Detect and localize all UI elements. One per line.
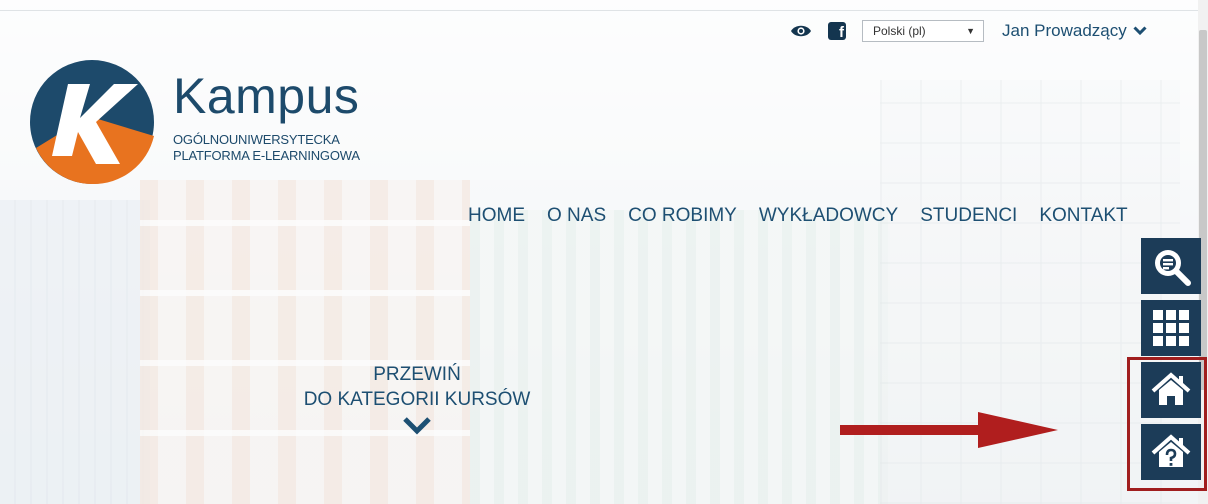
search-icon (1155, 250, 1191, 286)
grid-icon (1153, 310, 1189, 346)
apps-grid-button[interactable] (1141, 300, 1201, 356)
red-arrow-annotation (840, 412, 1058, 448)
utility-bar: f Polski (pl) ▼ Jan Prowadzący (790, 18, 1147, 44)
search-button[interactable] (1141, 238, 1201, 294)
kampus-logo-mark-icon (30, 60, 154, 185)
site-logo[interactable]: Kampus OGÓLNOUNIWERSYTECKA PLATFORMA E-L… (28, 56, 388, 188)
nav-item-studenci[interactable]: STUDENCI (920, 205, 1017, 227)
language-select[interactable]: Polski (pl) ▼ (862, 20, 984, 42)
nav-item-co-robimy[interactable]: CO ROBIMY (628, 205, 737, 227)
facebook-icon[interactable]: f (828, 22, 846, 40)
nav-item-wykladowcy[interactable]: WYKŁADOWCY (759, 205, 898, 227)
chevron-down-icon (1133, 26, 1147, 36)
logo-subtitle-line1: OGÓLNOUNIWERSYTECKA (173, 132, 340, 147)
logo-subtitle-line2: PLATFORMA E-LEARNINGOWA (173, 148, 360, 163)
scroll-prompt-line2: DO KATEGORII KURSÓW (303, 389, 531, 410)
main-nav: HOME O NAS CO ROBIMY WYKŁADOWCY STUDENCI… (468, 205, 1128, 227)
user-name: Jan Prowadzący (1002, 21, 1127, 40)
nav-item-kontakt[interactable]: KONTAKT (1039, 205, 1127, 227)
eye-icon[interactable] (790, 24, 812, 38)
select-caret-icon: ▼ (966, 26, 975, 36)
logo-wordmark: Kampus (173, 68, 360, 124)
scroll-prompt-line1: PRZEWIŃ (373, 364, 461, 385)
nav-item-home[interactable]: HOME (468, 205, 525, 227)
user-menu[interactable]: Jan Prowadzący (1002, 21, 1147, 41)
highlight-box (1127, 357, 1207, 491)
scroll-to-categories-link[interactable]: PRZEWIŃ DO KATEGORII KURSÓW (292, 362, 542, 436)
chevron-down-icon (403, 417, 431, 435)
language-selected: Polski (pl) (873, 24, 926, 38)
top-divider (0, 10, 1208, 11)
nav-item-o-nas[interactable]: O NAS (547, 205, 606, 227)
